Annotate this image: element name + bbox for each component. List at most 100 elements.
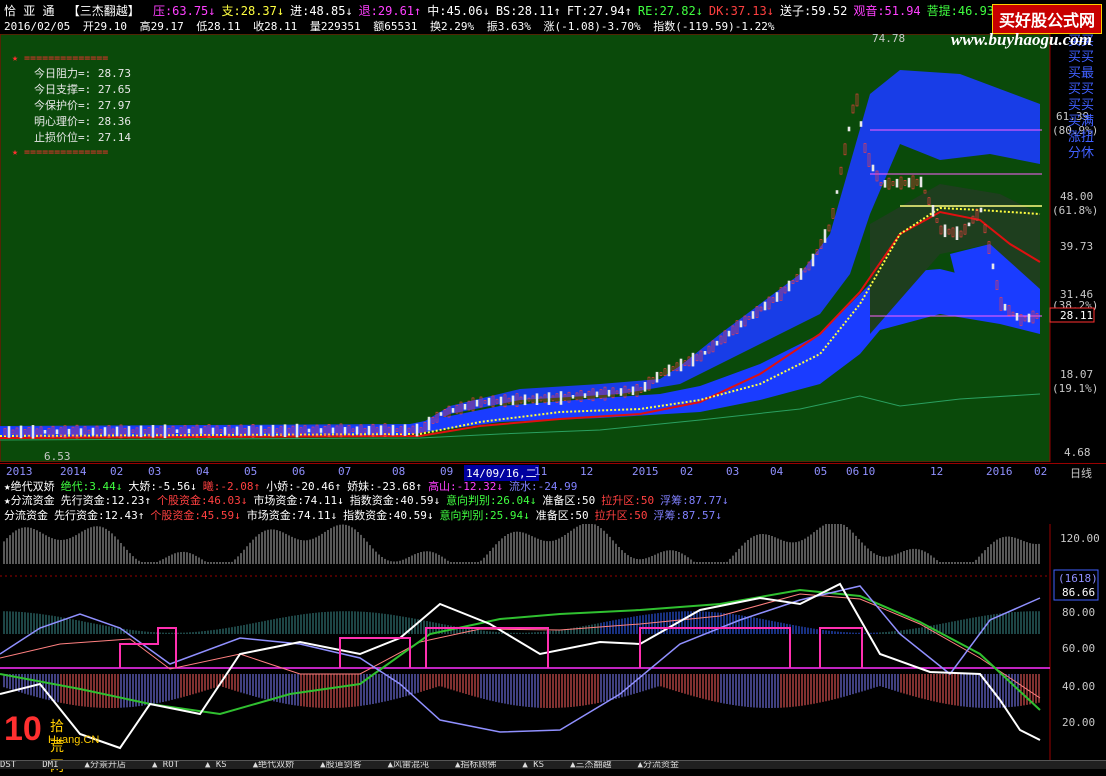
indicator2-item: 个股资金:46.03↓ bbox=[156, 494, 248, 507]
candle bbox=[907, 177, 911, 188]
header-item: 压:63.75↓ bbox=[152, 4, 216, 18]
candle bbox=[355, 426, 359, 435]
candle bbox=[943, 224, 947, 238]
time-tick: 2016 bbox=[986, 465, 1013, 478]
indicator1-item: 娇妹:-23.68↑ bbox=[347, 480, 423, 493]
indicator-line-1: ★绝代双娇 绝代:3.44↓ 大娇:-5.56↓ 曦:-2.08↑ 小娇:-20.46↑… bbox=[4, 480, 583, 494]
indicator-line-2: ★分流资金 先行资金:12.23↑ 个股资金:46.03↓ 市场资金:74.11↓ 指数… bbox=[4, 494, 735, 508]
candle bbox=[187, 428, 191, 434]
info-row-resistance: 今日阻力=: 28.73 bbox=[34, 67, 131, 80]
candle bbox=[835, 190, 839, 194]
candle bbox=[283, 424, 287, 437]
time-tick: 05 bbox=[814, 465, 828, 478]
quote-open: 开29.10 bbox=[82, 20, 127, 33]
indicator1-item: ★绝代双娇 bbox=[4, 480, 55, 493]
period-label[interactable]: 日线 bbox=[1070, 465, 1092, 481]
header-item: 退:29.61↑ bbox=[358, 4, 422, 18]
info-row-support: 今日支撑=: 27.65 bbox=[34, 83, 131, 96]
candle bbox=[415, 423, 419, 437]
app-title: 恰 亚 通 bbox=[4, 4, 55, 18]
indicator1-item: 大娇:-5.56↓ bbox=[128, 480, 197, 493]
candle bbox=[775, 292, 779, 302]
candle bbox=[619, 388, 623, 396]
time-tick: 14/09/16,二 bbox=[464, 465, 539, 481]
info-divider: ★ ============== bbox=[12, 147, 109, 158]
indicator3-item: 个股资金:45.59↓ bbox=[150, 509, 241, 522]
lower-tick: 120.00 bbox=[1060, 532, 1100, 545]
header-item: 菩提:46.93 bbox=[926, 4, 995, 18]
time-tick: 08 bbox=[392, 465, 406, 478]
candle bbox=[475, 399, 479, 407]
time-tick: 04 bbox=[196, 465, 210, 478]
candle bbox=[403, 424, 407, 436]
time-tick: 02 bbox=[1034, 465, 1048, 478]
price-tick: 4.68 bbox=[1064, 446, 1091, 459]
lower-box-top: (1618) bbox=[1058, 572, 1098, 585]
candle bbox=[703, 350, 707, 355]
watermark-bottom-left: 10 拾荒网 Huang.CN bbox=[4, 712, 99, 774]
indicator2-item: 浮筹:87.77↓ bbox=[660, 494, 729, 507]
time-tick: 2015 bbox=[632, 465, 659, 478]
time-tick: 09 bbox=[440, 465, 454, 478]
lower-tick: 40.00 bbox=[1062, 680, 1095, 693]
info-row-protect: 今保护价=: 27.97 bbox=[34, 99, 131, 112]
candle bbox=[331, 427, 335, 434]
indicator1-item: 曦:-2.08↑ bbox=[202, 480, 261, 493]
candle bbox=[235, 426, 239, 436]
candle bbox=[595, 391, 599, 398]
candle bbox=[271, 424, 275, 437]
candle bbox=[259, 425, 263, 437]
header-item: 送子:59.52 bbox=[779, 4, 848, 18]
time-tick: 06 bbox=[292, 465, 306, 478]
candle bbox=[667, 364, 671, 377]
info-box: ★ ============== 今日阻力=: 28.73 今日支撑=: 27.… bbox=[12, 52, 162, 160]
candle bbox=[691, 352, 695, 367]
time-tick: 02 bbox=[680, 465, 694, 478]
lower-tick: 80.00 bbox=[1062, 606, 1095, 619]
stock-name[interactable]: 【三杰翻越】 bbox=[68, 4, 140, 18]
quote-change: 涨(-1.08)-3.70% bbox=[543, 20, 641, 33]
candle bbox=[211, 427, 215, 435]
candle bbox=[247, 426, 251, 436]
price-top-label: 74.78 bbox=[872, 34, 905, 45]
candle bbox=[139, 425, 143, 438]
candle bbox=[991, 263, 995, 270]
indicator3-item: 浮筹:87.57↓ bbox=[653, 509, 722, 522]
candle bbox=[67, 428, 71, 435]
candle bbox=[223, 427, 227, 435]
price-chart[interactable]: 74.78 6.53 61.39 (80.9%) 48.00 (61.8%) 3… bbox=[0, 34, 1106, 462]
candle bbox=[583, 393, 587, 398]
candle bbox=[787, 280, 791, 292]
lower-tick: 20.00 bbox=[1062, 716, 1095, 729]
candle bbox=[1027, 313, 1031, 323]
candle bbox=[883, 180, 887, 188]
header-item: BS:28.11↑ bbox=[495, 4, 561, 18]
quote-close: 收28.11 bbox=[253, 20, 298, 33]
candle bbox=[823, 229, 827, 243]
candle bbox=[547, 392, 551, 405]
candle bbox=[751, 311, 755, 319]
indicator-chart[interactable]: 120.00 (1618) 86.66 80.00 60.00 40.00 20… bbox=[0, 524, 1106, 760]
time-tick: 12 bbox=[580, 465, 594, 478]
watermark-url: www.buyhaogu.com bbox=[950, 30, 1092, 49]
current-price: 28.11 bbox=[1060, 309, 1093, 322]
info-row-psych: 明心理价=: 28.36 bbox=[34, 115, 131, 128]
quote-index: 指数(-119.59)-1.22% bbox=[653, 20, 775, 33]
quote-amount: 额65531 bbox=[373, 20, 418, 33]
indicator3-item: 市场资金:74.11↓ bbox=[246, 509, 338, 522]
quote-date: 2016/02/05 bbox=[4, 20, 71, 33]
candle bbox=[1003, 303, 1007, 311]
candle bbox=[427, 416, 431, 431]
candle bbox=[523, 394, 527, 406]
candle bbox=[535, 393, 539, 406]
candle bbox=[463, 403, 467, 410]
candle bbox=[55, 429, 59, 435]
time-tick: 02 bbox=[110, 465, 124, 478]
quote-volume: 量229351 bbox=[309, 20, 361, 33]
quote-amplitude: 振3.63% bbox=[486, 20, 531, 33]
indicator1-item: 高山:-12.32↓ bbox=[428, 480, 504, 493]
candle bbox=[727, 330, 731, 337]
time-tick: 04 bbox=[770, 465, 784, 478]
candle bbox=[955, 226, 959, 240]
time-tick: 07 bbox=[338, 465, 352, 478]
